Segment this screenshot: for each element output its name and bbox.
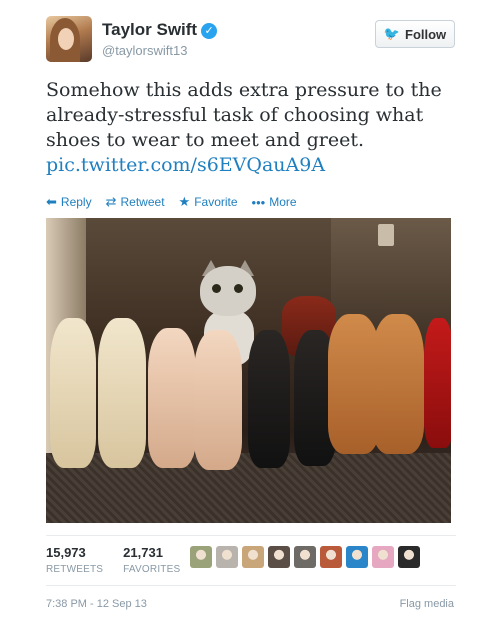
shoe [372, 314, 424, 454]
favoriter-avatar[interactable] [268, 546, 290, 568]
favorites-label: FAVORITES [123, 564, 181, 575]
retweets-stat[interactable]: 15,973 RETWEETS [46, 545, 103, 575]
favoriter-avatar[interactable] [372, 546, 394, 568]
favoriter-avatar[interactable] [294, 546, 316, 568]
follow-button-label: Follow [405, 26, 447, 42]
retweet-action[interactable]: ⇄ Retweet [106, 194, 165, 210]
divider [46, 585, 456, 586]
favoriter-avatar[interactable] [346, 546, 368, 568]
retweet-icon: ⇄ [105, 194, 117, 209]
favoriters-avatars [190, 546, 420, 568]
tweet-media-link[interactable]: pic.twitter.com/s6EVQauA9A [46, 154, 325, 176]
retweets-label: RETWEETS [46, 564, 104, 575]
favorites-count: 21,731 [123, 545, 163, 560]
shoe [148, 328, 196, 468]
favorites-stat[interactable]: 21,731 FAVORITES [123, 545, 180, 575]
star-icon: ★ [178, 194, 191, 209]
shoe [424, 318, 451, 448]
reply-action[interactable]: ⬅ Reply [46, 194, 92, 210]
more-action[interactable]: ••• More [252, 194, 297, 210]
reply-icon: ⬅ [46, 194, 57, 209]
tweet-header: Taylor Swift ✓ @taylorswift13 🐦 Follow [46, 16, 456, 66]
light-switch [378, 224, 394, 246]
twitter-bird-icon: 🐦 [383, 26, 400, 41]
divider [46, 535, 456, 536]
favoriter-avatar[interactable] [320, 546, 342, 568]
follow-button[interactable]: 🐦 Follow [375, 20, 455, 48]
user-name-row[interactable]: Taylor Swift ✓ [102, 20, 218, 40]
tweet-photo[interactable] [46, 218, 451, 523]
reply-label: Reply [60, 195, 92, 209]
favoriter-avatar[interactable] [216, 546, 238, 568]
more-label: More [269, 195, 297, 209]
more-icon: ••• [251, 194, 266, 210]
shoe [98, 318, 146, 468]
retweet-label: Retweet [120, 195, 165, 209]
favoriter-avatar[interactable] [398, 546, 420, 568]
favorite-action[interactable]: ★ Favorite [179, 194, 238, 210]
tweet-body: Somehow this adds extra pressure to the … [46, 79, 442, 151]
shoe [248, 330, 290, 468]
favoriter-avatar[interactable] [242, 546, 264, 568]
retweets-count: 15,973 [46, 545, 86, 560]
favoriter-avatar[interactable] [190, 546, 212, 568]
shoe [194, 330, 242, 470]
shoe [50, 318, 96, 468]
tweet-actions: ⬅ Reply ⇄ Retweet ★ Favorite ••• More [46, 194, 297, 210]
tweet-timestamp[interactable]: 7:38 PM - 12 Sep 13 [46, 598, 147, 610]
user-handle[interactable]: @taylorswift13 [102, 43, 187, 58]
tweet-text: Somehow this adds extra pressure to the … [46, 78, 456, 178]
verified-badge-icon: ✓ [201, 23, 218, 39]
flag-media-link[interactable]: Flag media [400, 598, 454, 610]
tweet-stats: 15,973 RETWEETS 21,731 FAVORITES [46, 545, 180, 575]
user-name[interactable]: Taylor Swift [102, 20, 197, 39]
favorite-label: Favorite [194, 195, 238, 209]
user-avatar[interactable] [46, 16, 92, 62]
